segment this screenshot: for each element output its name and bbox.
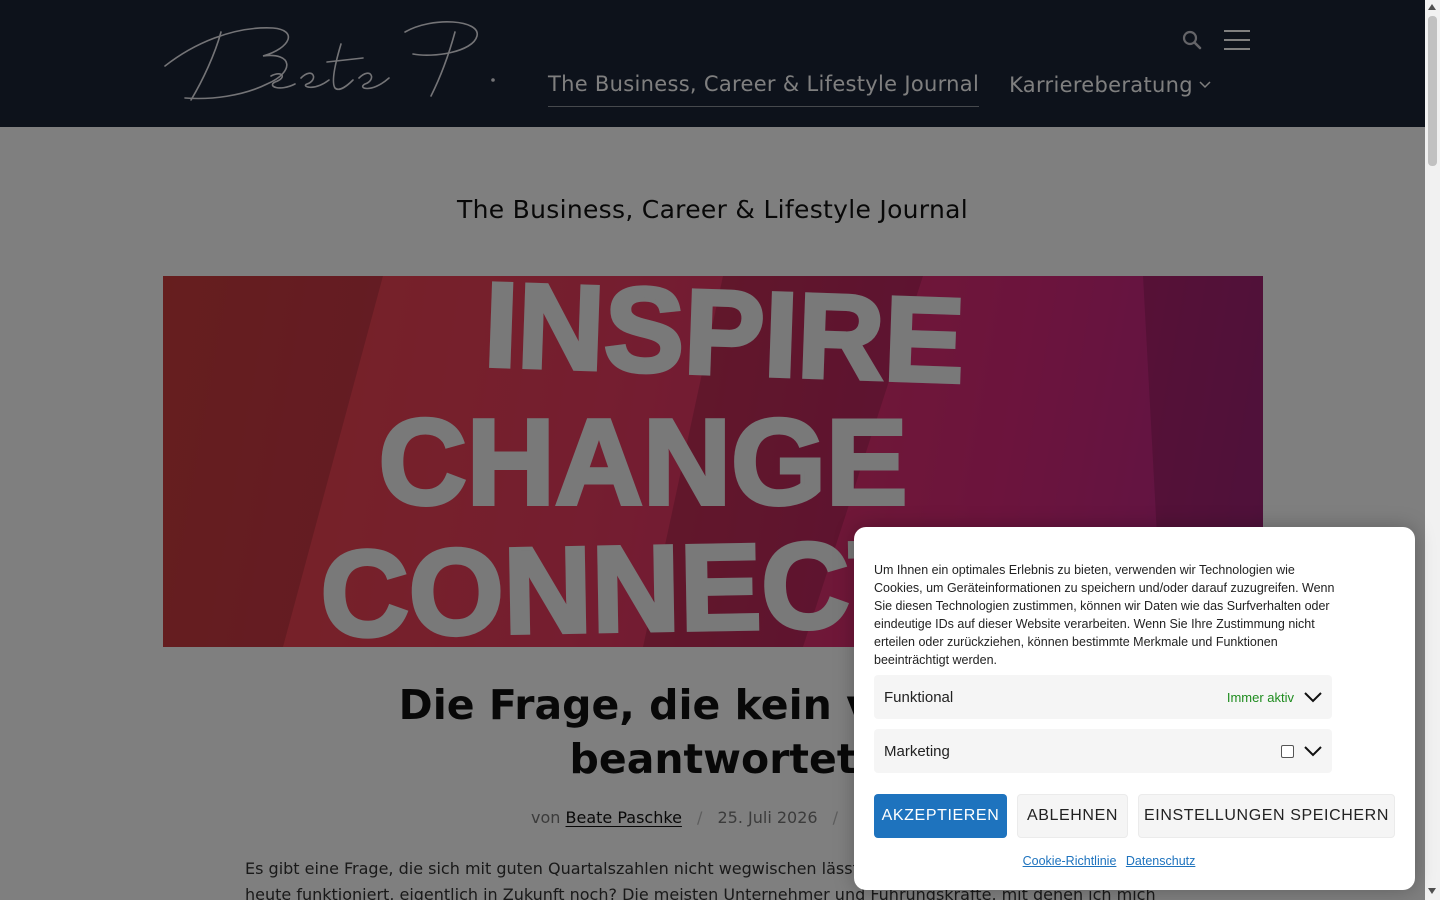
save-preferences-button[interactable]: EINSTELLUNGEN SPEICHERN bbox=[1138, 794, 1395, 838]
scrollbar-thumb[interactable] bbox=[1428, 16, 1437, 166]
marketing-checkbox[interactable] bbox=[1281, 744, 1294, 758]
always-active-badge: Immer aktiv bbox=[1226, 689, 1294, 705]
scroll-up-icon[interactable] bbox=[1428, 4, 1436, 10]
scrollbar[interactable] bbox=[1425, 0, 1440, 900]
deny-button[interactable]: ABLEHNEN bbox=[1017, 794, 1128, 838]
cookie-links: Cookie-Richtlinie Datenschutz bbox=[874, 854, 1344, 868]
scroll-down-icon[interactable] bbox=[1428, 888, 1436, 894]
accept-button[interactable]: AKZEPTIEREN bbox=[874, 794, 1007, 838]
cookie-description: Um Ihnen ein optimales Erlebnis zu biete… bbox=[874, 563, 1335, 667]
chevron-down-icon[interactable] bbox=[1304, 691, 1322, 703]
cookie-category-marketing[interactable]: Marketing bbox=[874, 729, 1332, 773]
cookie-consent-dialog: Um Ihnen ein optimales Erlebnis zu biete… bbox=[854, 527, 1415, 890]
category-title: Marketing bbox=[884, 742, 950, 760]
privacy-link[interactable]: Datenschutz bbox=[1126, 854, 1195, 868]
category-title: Funktional bbox=[884, 688, 954, 706]
cookie-policy-link[interactable]: Cookie-Richtlinie bbox=[1023, 854, 1117, 868]
chevron-down-icon[interactable] bbox=[1304, 745, 1322, 757]
cookie-category-functional[interactable]: Funktional Immer aktiv bbox=[874, 675, 1332, 719]
